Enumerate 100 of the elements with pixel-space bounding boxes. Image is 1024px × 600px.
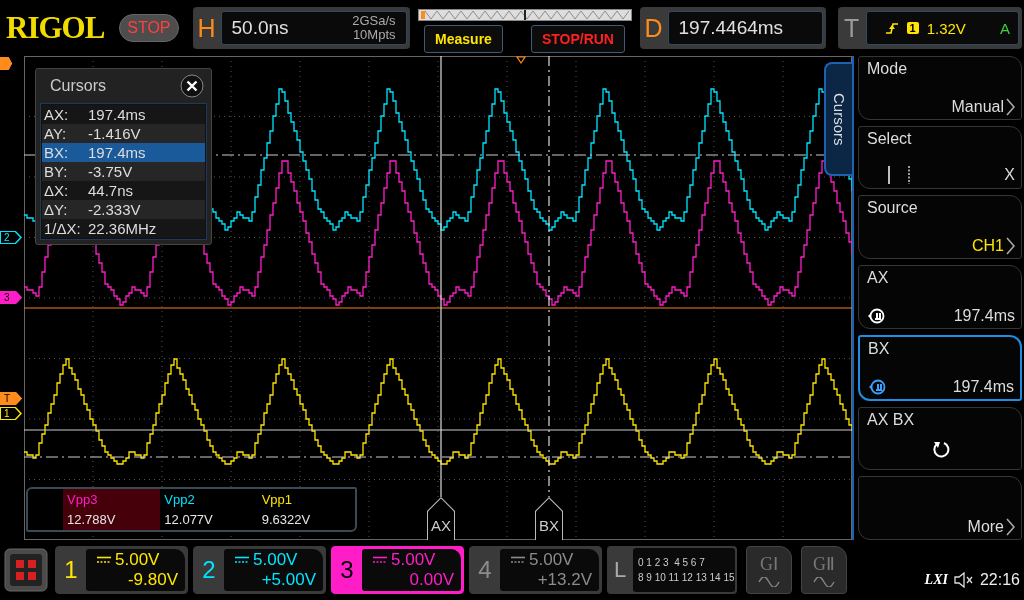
readout-label: AY: <box>43 125 68 142</box>
timebase-panel[interactable]: H 50.0ns 2GSa/s 10Mpts <box>192 7 410 49</box>
menu-label: AX BX <box>867 410 916 429</box>
channel-scale: 5.00V <box>115 550 160 570</box>
dc-coupling-icon <box>97 556 111 564</box>
timebase-label: H <box>196 13 217 43</box>
readout-value: 197.4ms <box>88 106 146 123</box>
readout-label: ΔY: <box>43 201 69 218</box>
measure-button[interactable]: Measure <box>424 25 503 53</box>
channel-scale: 5.00V <box>253 550 298 570</box>
cursor-readout-row[interactable]: BX: 197.4ms <box>42 143 205 162</box>
logic-panel[interactable]: L 0 1 2 3 4 5 6 7 8 9 10 11 12 13 14 15 <box>607 546 737 594</box>
generator-label: GⅡ <box>813 553 835 575</box>
channel-offset: -9.80V <box>127 570 178 590</box>
menu-button[interactable]: Source CH1 <box>858 195 1022 260</box>
readout-label: BX: <box>43 144 70 161</box>
cursor-line[interactable] <box>24 456 852 458</box>
menu-button[interactable]: AX BX <box>858 406 1022 471</box>
logic-label: L <box>612 557 628 583</box>
cursor-readout-row[interactable]: ΔY: -2.333V <box>42 200 205 219</box>
dc-coupling-icon <box>511 556 525 564</box>
menu-value: X <box>1004 166 1015 185</box>
trigger-level: 1.32V <box>926 19 966 37</box>
logo: RIGOL <box>6 10 106 46</box>
menu-label: Select <box>867 129 913 148</box>
cursor-readout-row[interactable]: ΔX: 44.7ns <box>42 181 205 200</box>
stop-run-button[interactable]: STOP/RUN <box>530 25 625 53</box>
channel-number: 3 <box>339 555 355 585</box>
channel-number: 4 <box>477 555 493 585</box>
menu-label: Mode <box>867 60 909 78</box>
menu-button[interactable]: Mode Manual <box>858 56 1022 120</box>
measurement-value: 12.788V <box>67 512 117 528</box>
readout-value: -2.333V <box>88 201 141 218</box>
logic-bits: 8 9 10 11 12 13 14 15 <box>638 571 735 585</box>
channel-panel[interactable]: 3 5.00V 0.00V <box>331 546 464 594</box>
menu-button[interactable]: BX 197.4ms <box>858 334 1022 401</box>
menu-label: AX <box>867 269 890 288</box>
channel-offset: 0.00V <box>409 570 454 590</box>
readout-label: ΔX: <box>43 182 70 199</box>
readout-value: 197.4ms <box>88 144 146 161</box>
delay-label: D <box>643 13 664 43</box>
cursor-lines-icon <box>885 165 913 186</box>
knob-icon <box>867 306 885 325</box>
cursor-readout-row[interactable]: AX: 197.4ms <box>42 105 205 124</box>
trigger-position-icon <box>515 56 527 65</box>
trigger-source-badge: 1 <box>906 22 919 34</box>
menu-button[interactable]: More <box>858 476 1022 541</box>
trigger-panel[interactable]: T 1 1.32V A <box>837 7 1022 49</box>
menu-value: 197.4ms <box>953 306 1015 325</box>
channel-panel[interactable]: 1 5.00V -9.80V <box>55 546 188 594</box>
timebase-scale: 50.0ns <box>231 17 289 39</box>
cursor-readout-row[interactable]: AY: -1.416V <box>42 124 205 143</box>
measurement-name: Vpp1 <box>261 491 294 507</box>
menu-tab[interactable]: Cursors <box>824 62 852 176</box>
cursor-line[interactable] <box>548 56 550 498</box>
sample-rate: 2GSa/s <box>352 14 396 28</box>
speaker-muted-icon <box>953 572 974 588</box>
cursor-readout-row[interactable]: 1/ΔX: 22.36MHz <box>42 219 205 238</box>
chevron-icon <box>1006 518 1015 537</box>
measurement-name: Vpp3 <box>67 491 99 507</box>
cursor-readout-row[interactable]: BY: -3.75V <box>42 162 205 181</box>
menu-value: CH1 <box>972 237 1004 256</box>
measurement-item[interactable]: Vpp1 9.6322V <box>257 489 355 530</box>
trigger-label: T <box>842 13 861 43</box>
cursor-label[interactable]: BX <box>535 497 563 540</box>
menu-label: BX <box>868 339 891 358</box>
channel-number: 1 <box>63 555 79 585</box>
menu-button[interactable]: Select X <box>858 125 1022 190</box>
readout-value: -3.75V <box>88 163 133 180</box>
menu-button[interactable]: AX 197.4ms <box>858 265 1022 329</box>
channel-panel[interactable]: 2 5.00V +5.00V <box>193 546 326 594</box>
readout-label: AX: <box>43 106 70 123</box>
rising-edge-icon <box>884 21 899 35</box>
app-grid-icon[interactable] <box>4 548 48 592</box>
readout-value: -1.416V <box>88 125 141 142</box>
menu-value: Manual <box>951 97 1004 116</box>
generator-label: GⅠ <box>760 553 778 575</box>
dc-coupling-icon <box>373 556 387 564</box>
cursor-label[interactable]: AX <box>427 497 455 540</box>
measurement-item[interactable]: Vpp3 12.788V <box>63 489 161 530</box>
menu-label: Source <box>867 199 919 218</box>
channel-offset: +5.00V <box>261 570 316 590</box>
panel-title: Cursors <box>50 77 106 95</box>
chevron-icon <box>1006 97 1015 116</box>
channel-scale: 5.00V <box>391 550 436 570</box>
close-icon[interactable] <box>180 74 204 98</box>
sine-wave-icon <box>813 577 835 587</box>
reset-icon <box>932 440 950 459</box>
readout-label: 1/ΔX: <box>43 220 82 237</box>
readout-value: 22.36MHz <box>88 220 157 237</box>
menu-value: More <box>967 518 1004 537</box>
measurement-item[interactable]: Vpp2 12.077V <box>160 489 258 530</box>
channel-number: 2 <box>201 555 217 585</box>
dc-coupling-icon <box>235 556 249 564</box>
chevron-icon <box>1006 237 1015 256</box>
readout-value: 44.7ns <box>88 182 134 199</box>
channel-panel[interactable]: 4 5.00V +13.2V <box>469 546 602 594</box>
lxi-logo: LXI <box>924 572 948 588</box>
knob-icon <box>868 377 886 396</box>
delay-panel[interactable]: D 197.4464ms <box>639 7 826 49</box>
